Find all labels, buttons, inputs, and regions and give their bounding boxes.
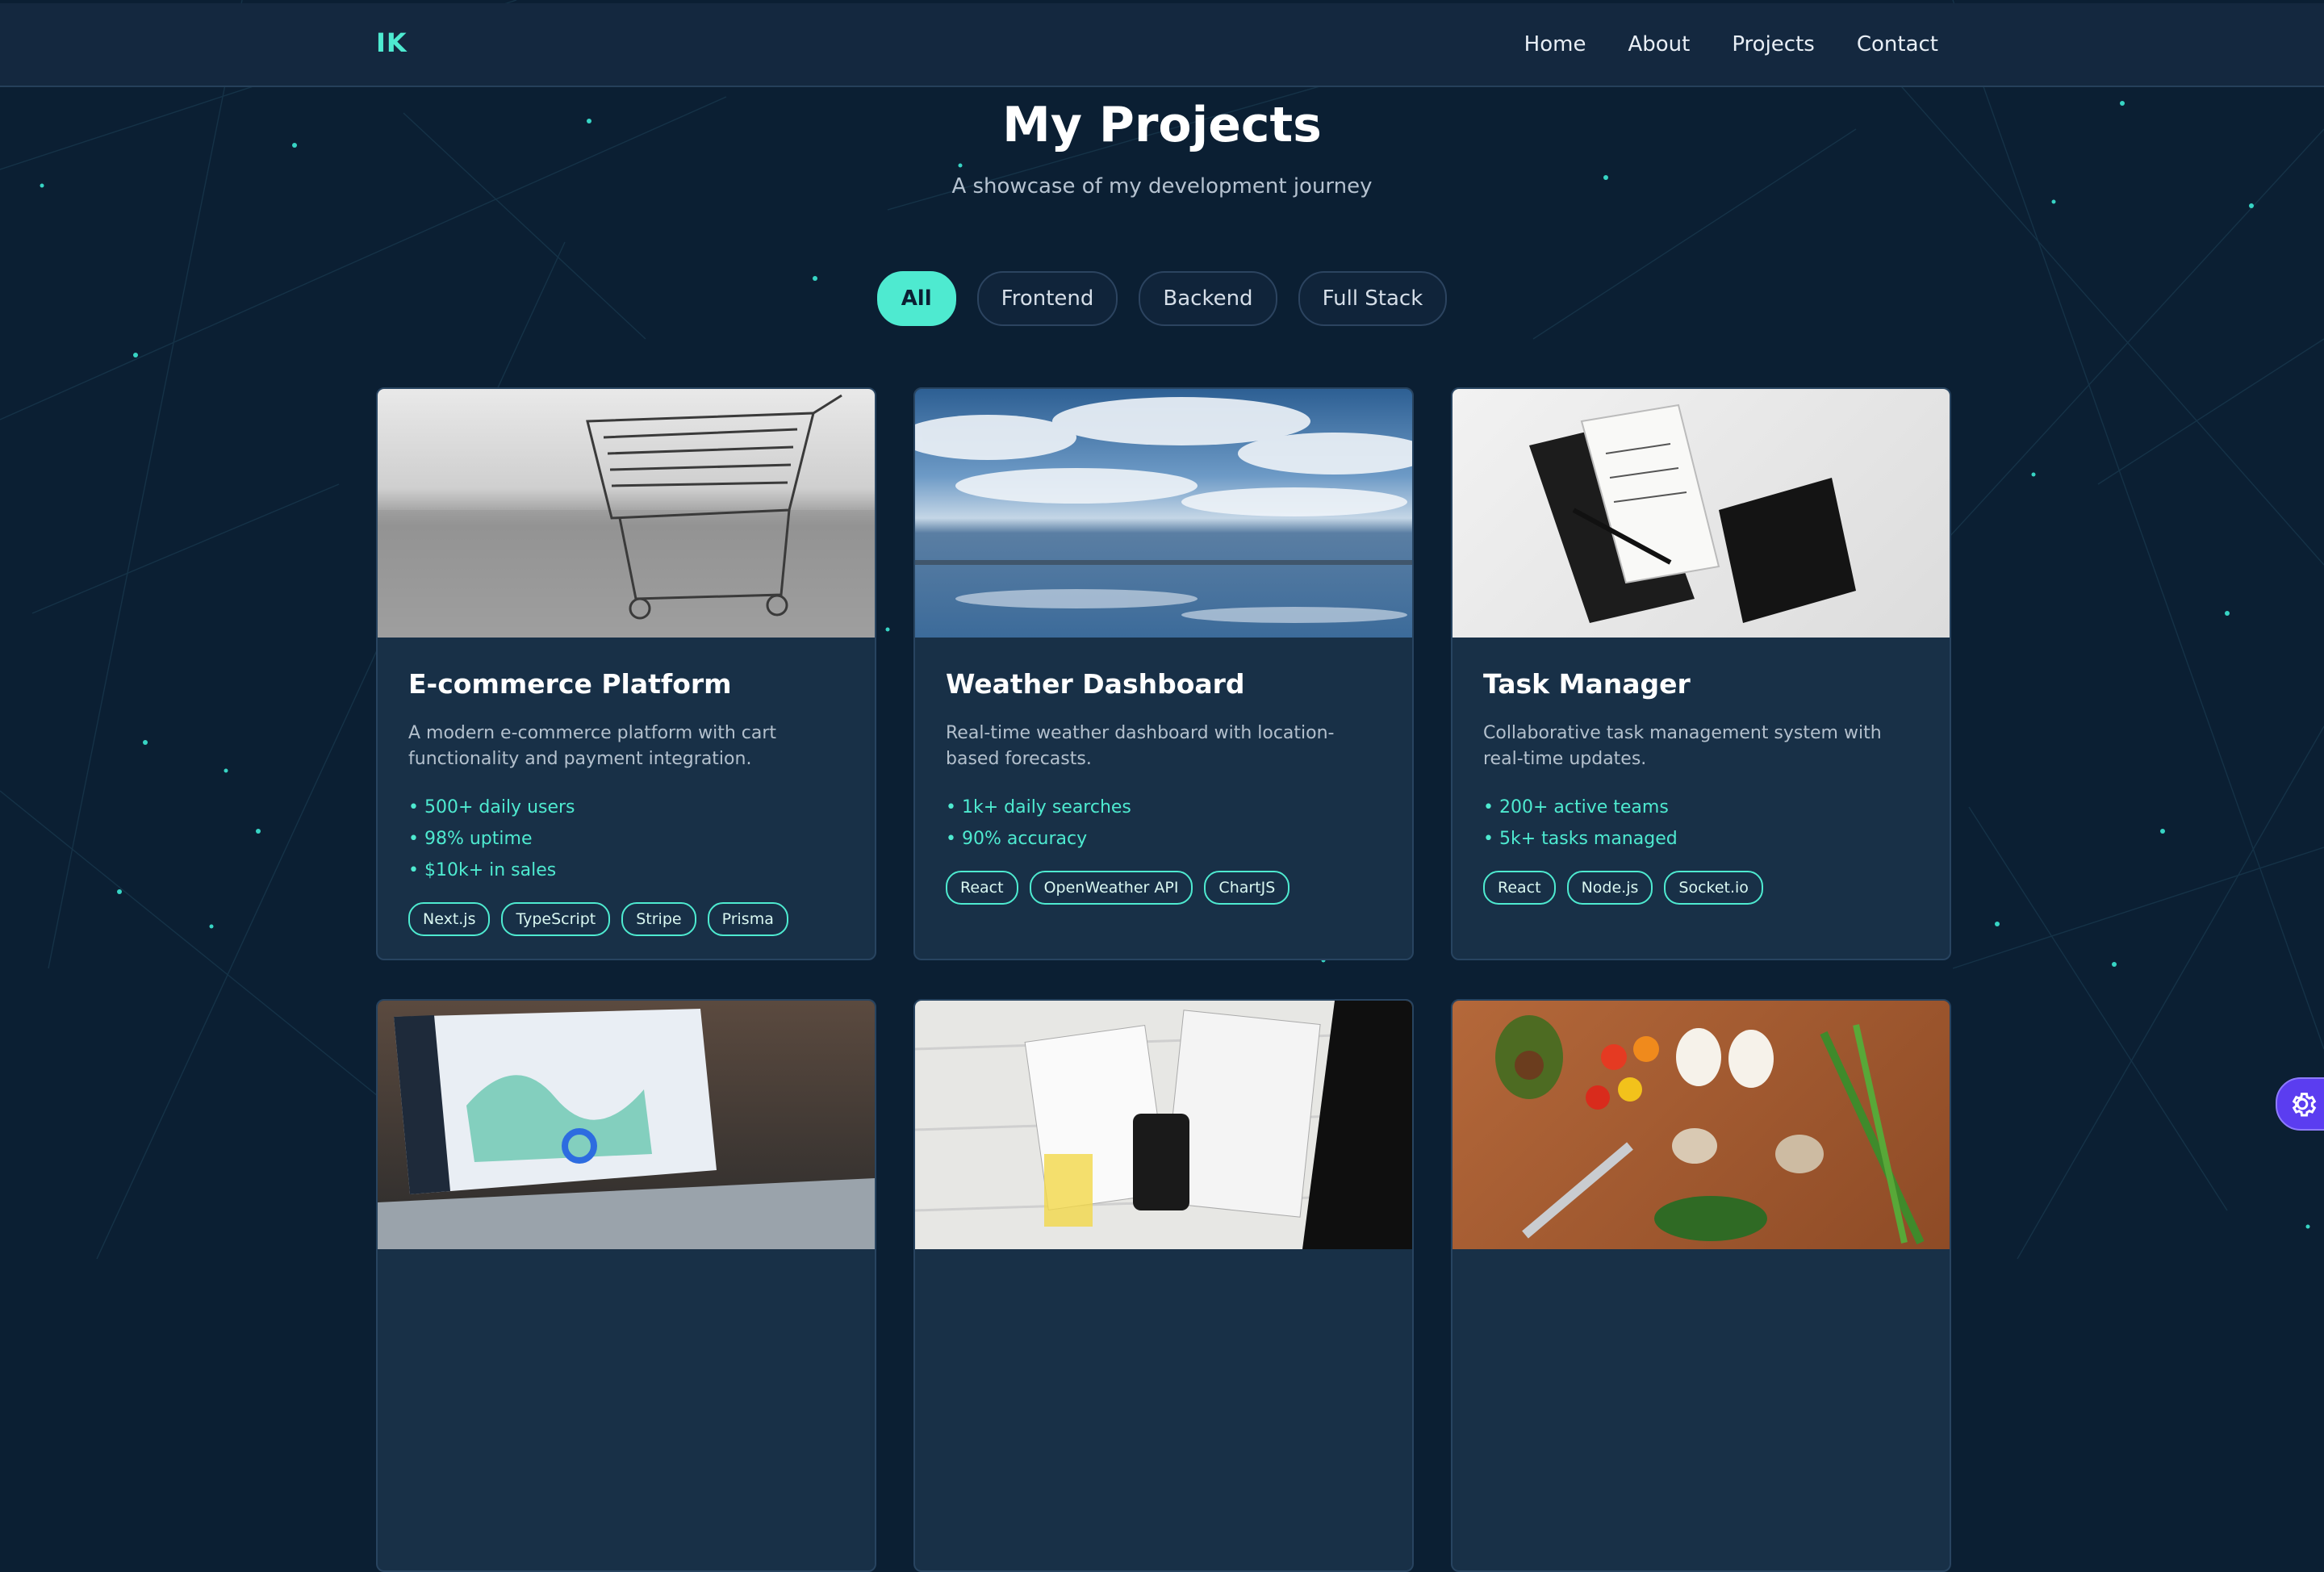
tech-tag[interactable]: Next.js [408, 902, 491, 936]
tech-tags: Next.js TypeScript Stripe Prisma [408, 902, 844, 936]
nav-contact[interactable]: Contact [1857, 32, 1938, 56]
tax-documents-image [915, 1001, 1412, 1249]
shopping-cart-image [378, 389, 875, 638]
tech-tags: React OpenWeather API ChartJS [946, 871, 1381, 905]
tech-tag[interactable]: Socket.io [1664, 871, 1763, 905]
project-description: Real-time weather dashboard with locatio… [946, 723, 1335, 769]
project-title: Weather Dashboard [946, 668, 1245, 700]
project-description: Collaborative task management system wit… [1483, 723, 1882, 769]
tech-tag[interactable]: Node.js [1566, 871, 1653, 905]
project-metrics: • 1k+ daily searches • 90% accuracy [946, 792, 1381, 855]
nav-projects[interactable]: Projects [1732, 32, 1815, 56]
tech-tag[interactable]: React [1483, 871, 1556, 905]
project-metrics: • 200+ active teams • 5k+ tasks managed [1483, 792, 1919, 855]
tech-tag[interactable]: Stripe [621, 902, 696, 936]
project-description: A modern e-commerce platform with cart f… [408, 723, 777, 769]
notebook-image [1452, 389, 1950, 638]
tech-tag[interactable]: Prisma [707, 902, 788, 936]
top-navbar: IK Home About Projects Contact [0, 3, 2324, 87]
page-title: My Projects [1002, 97, 1322, 153]
project-metrics: • 500+ daily users • 98% uptime • $10k+ … [408, 792, 844, 886]
project-card[interactable]: Task Manager Collaborative task manageme… [1451, 387, 1951, 960]
metric-item: • 500+ daily users [408, 797, 575, 817]
sky-lake-image [915, 389, 1412, 638]
filter-backend-button[interactable]: Backend [1139, 271, 1277, 326]
project-card[interactable]: E-commerce Platform A modern e-commerce … [376, 387, 876, 960]
nav-links: Home About Projects Contact [1524, 32, 1938, 56]
logo[interactable]: IK [376, 27, 408, 58]
page-subtitle: A showcase of my development journey [951, 174, 1373, 199]
project-card[interactable] [913, 999, 1414, 1572]
nav-about[interactable]: About [1628, 32, 1690, 56]
vegetables-image [1452, 1001, 1950, 1249]
project-card[interactable] [376, 999, 876, 1572]
project-title: E-commerce Platform [408, 668, 732, 700]
tech-tag[interactable]: ChartJS [1204, 871, 1290, 905]
metric-item: • $10k+ in sales [408, 860, 557, 880]
metric-item: • 1k+ daily searches [946, 797, 1131, 817]
metric-item: • 5k+ tasks managed [1483, 829, 1678, 849]
filter-fullstack-button[interactable]: Full Stack [1298, 271, 1448, 326]
tech-tags: React Node.js Socket.io [1483, 871, 1919, 905]
metric-item: • 90% accuracy [946, 829, 1088, 849]
project-card[interactable] [1451, 999, 1951, 1572]
settings-button[interactable] [2276, 1077, 2324, 1131]
hero-section: My Projects A showcase of my development… [0, 97, 2324, 199]
metric-item: • 98% uptime [408, 829, 533, 849]
gear-icon [2292, 1093, 2317, 1117]
laptop-analytics-image [378, 1001, 875, 1249]
filter-all-button[interactable]: All [876, 271, 956, 326]
project-card[interactable]: Weather Dashboard Real-time weather dash… [913, 387, 1414, 960]
tech-tag[interactable]: OpenWeather API [1029, 871, 1193, 905]
nav-home[interactable]: Home [1524, 32, 1586, 56]
project-title: Task Manager [1483, 668, 1691, 700]
metric-item: • 200+ active teams [1483, 797, 1669, 817]
filter-bar: All Frontend Backend Full Stack [0, 271, 2324, 326]
tech-tag[interactable]: React [946, 871, 1018, 905]
filter-frontend-button[interactable]: Frontend [976, 271, 1118, 326]
tech-tag[interactable]: TypeScript [501, 902, 611, 936]
